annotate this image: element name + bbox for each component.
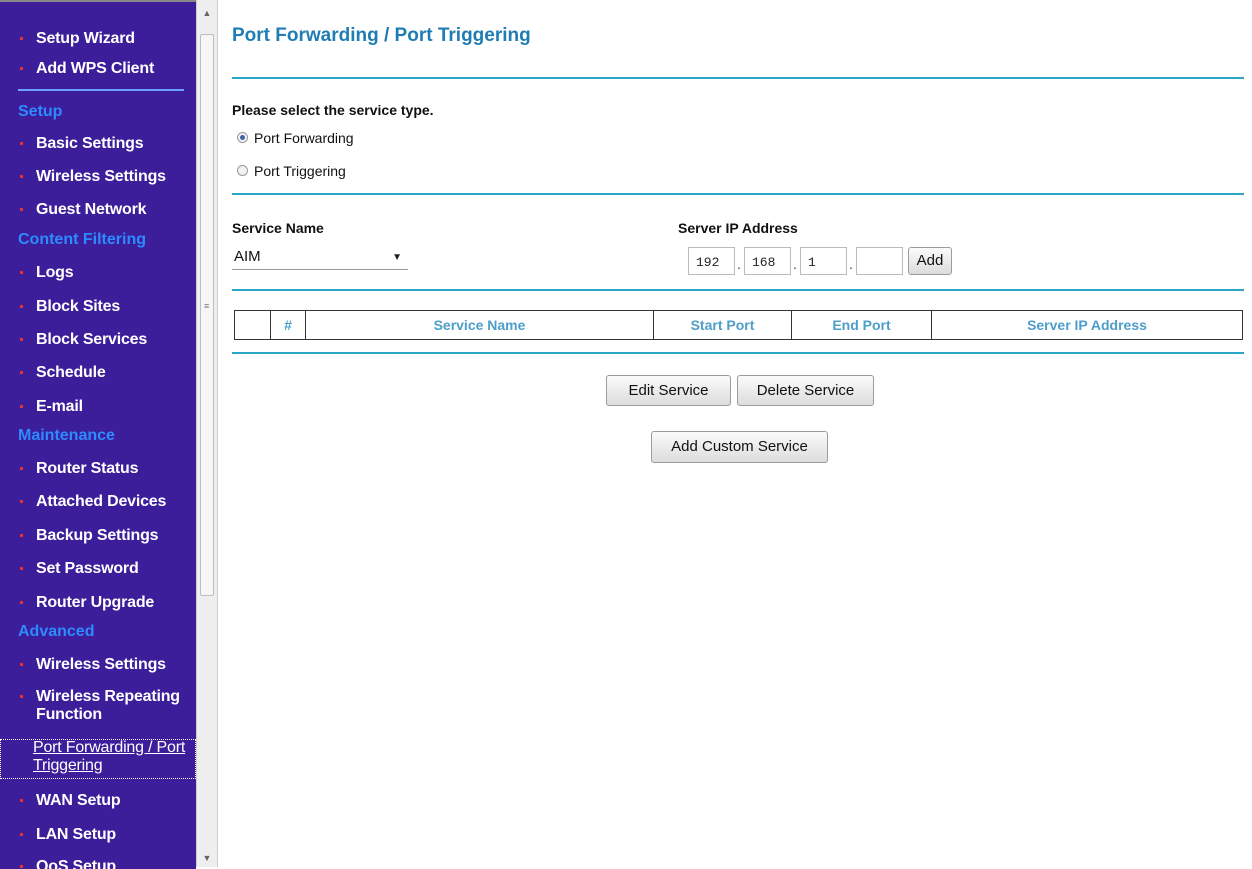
sidebar-item-label: Logs <box>36 264 74 281</box>
sidebar-item-label: E-mail <box>36 398 83 415</box>
table-header-start-port: Start Port <box>653 311 791 339</box>
sidebar-scrollbar[interactable]: ▲ ≡ ▼ <box>196 0 218 867</box>
sidebar-divider <box>18 89 184 91</box>
service-name-value: AIM <box>234 248 261 265</box>
sidebar-item-label: Port Forwarding / Port Triggering <box>33 739 186 774</box>
sidebar-item-label: Wireless Settings <box>36 656 166 673</box>
ip-octet-1-input[interactable]: 192 <box>688 247 735 275</box>
radio-port-forwarding[interactable] <box>237 132 248 143</box>
bullet-icon <box>20 37 23 40</box>
sidebar-item-label: Basic Settings <box>36 135 144 152</box>
scroll-up-arrow-icon[interactable]: ▲ <box>200 6 214 20</box>
table-header-end-port: End Port <box>791 311 931 339</box>
ip-octet-2-input[interactable]: 168 <box>744 247 791 275</box>
bullet-icon <box>20 601 23 604</box>
bullet-icon <box>20 500 23 503</box>
radio-port-triggering[interactable] <box>237 165 248 176</box>
bullet-icon <box>20 405 23 408</box>
sidebar-item-label: Set Password <box>36 560 139 577</box>
service-name-label: Service Name <box>232 220 324 236</box>
sidebar-item-label: QoS Setup <box>36 858 116 869</box>
sidebar-item-label: Setup Wizard <box>36 30 135 47</box>
bullet-icon <box>20 534 23 537</box>
radio-label-port-triggering: Port Triggering <box>254 163 346 179</box>
section-header-setup: Setup <box>18 103 63 120</box>
edit-service-button[interactable]: Edit Service <box>606 375 731 406</box>
ip-octet-3-input[interactable]: 1 <box>800 247 847 275</box>
sidebar-item-label: Router Upgrade <box>36 594 155 611</box>
service-name-select[interactable]: AIM ▼ <box>232 246 408 270</box>
bullet-icon <box>20 67 23 70</box>
sidebar-item-label: Schedule <box>36 364 106 381</box>
bullet-icon <box>20 695 23 698</box>
ip-dot: . <box>793 256 797 272</box>
service-table: # Service Name Start Port End Port Serve… <box>234 310 1243 340</box>
table-header-number: # <box>270 311 305 339</box>
sidebar-nav: Setup Wizard Add WPS Client Setup Basic … <box>0 0 196 869</box>
delete-service-button[interactable]: Delete Service <box>737 375 874 406</box>
chevron-down-icon: ▼ <box>392 252 402 263</box>
table-header-server-ip: Server IP Address <box>931 311 1242 339</box>
bullet-icon <box>20 271 23 274</box>
page-title: Port Forwarding / Port Triggering <box>232 25 531 46</box>
bullet-icon <box>20 305 23 308</box>
bullet-icon <box>20 175 23 178</box>
divider <box>232 352 1244 354</box>
sidebar-item-label: Backup Settings <box>36 527 159 544</box>
bullet-icon <box>20 833 23 836</box>
sidebar-item-label: Guest Network <box>36 201 147 218</box>
sidebar-item-label: Add WPS Client <box>36 60 155 77</box>
bullet-icon <box>20 371 23 374</box>
ip-octet-4-input[interactable] <box>856 247 903 275</box>
bullet-icon <box>20 663 23 666</box>
sidebar-item-port-forwarding[interactable]: Port Forwarding / Port Triggering <box>0 739 196 779</box>
sidebar-item-label: Router Status <box>36 460 139 477</box>
scrollbar-thumb[interactable]: ≡ <box>200 34 214 596</box>
ip-dot: . <box>737 256 741 272</box>
bullet-icon <box>20 208 23 211</box>
bullet-icon <box>20 338 23 341</box>
divider <box>232 77 1244 79</box>
bullet-icon <box>20 467 23 470</box>
section-header-advanced: Advanced <box>18 623 95 640</box>
sidebar-item-label: Attached Devices <box>36 493 167 510</box>
sidebar-item-label: LAN Setup <box>36 826 116 843</box>
bullet-icon <box>20 567 23 570</box>
sidebar-item-label: Block Services <box>36 331 148 348</box>
scroll-down-arrow-icon[interactable]: ▼ <box>200 851 214 865</box>
table-header-service-name: Service Name <box>305 311 653 339</box>
main-content: Port Forwarding / Port Triggering Please… <box>232 0 1244 867</box>
section-header-content-filtering: Content Filtering <box>18 231 146 248</box>
add-custom-service-button[interactable]: Add Custom Service <box>651 431 828 463</box>
ip-dot: . <box>849 256 853 272</box>
divider <box>232 193 1244 195</box>
sidebar-item-label: Block Sites <box>36 298 121 315</box>
add-button[interactable]: Add <box>908 247 952 275</box>
table-header-select <box>235 311 270 339</box>
divider <box>232 289 1244 291</box>
grip-icon: ≡ <box>204 301 210 311</box>
section-header-maintenance: Maintenance <box>18 427 115 444</box>
service-type-prompt: Please select the service type. <box>232 102 434 118</box>
sidebar-item-label: Wireless Settings <box>36 168 166 185</box>
sidebar-item-label: Wireless Repeating Function <box>36 688 180 723</box>
bullet-icon <box>20 799 23 802</box>
sidebar-item-label: WAN Setup <box>36 792 121 809</box>
radio-label-port-forwarding: Port Forwarding <box>254 130 354 146</box>
server-ip-label: Server IP Address <box>678 220 798 236</box>
bullet-icon <box>20 142 23 145</box>
